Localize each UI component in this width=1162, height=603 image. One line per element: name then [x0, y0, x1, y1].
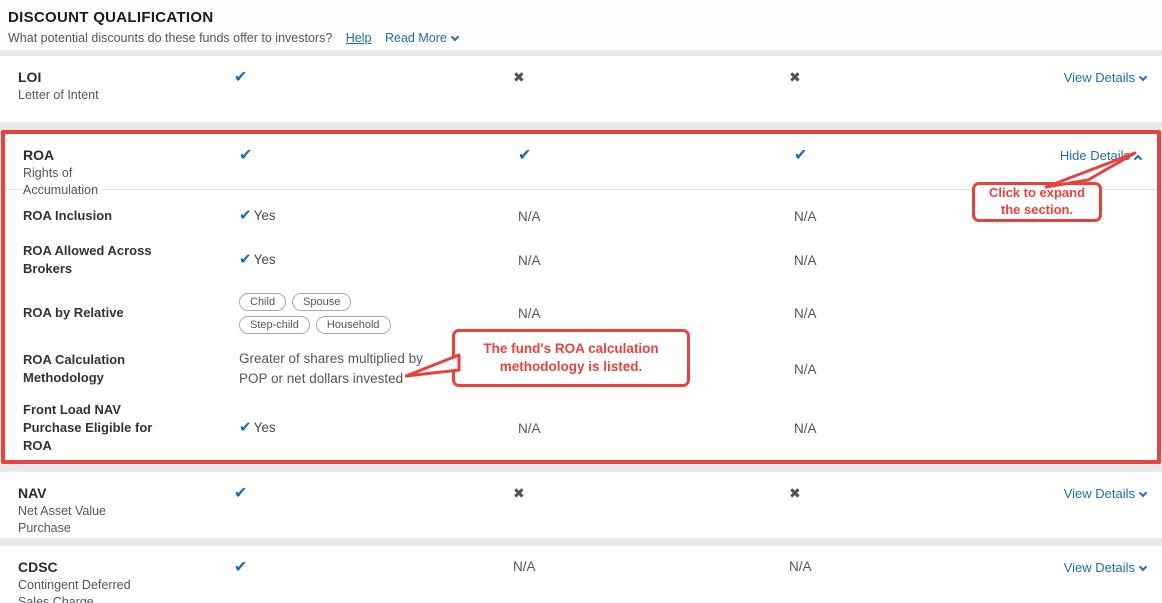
check-icon: ✔ — [239, 208, 252, 223]
section-row-loi: LOI Letter of Intent ✔ ✖ ✖ View Details — [0, 56, 1162, 122]
chevron-down-icon — [1139, 563, 1147, 571]
detail-value-na: N/A — [780, 559, 1020, 603]
chevron-down-icon — [1139, 73, 1147, 81]
check-icon: ✔ — [234, 559, 247, 576]
check-icon: ✔ — [239, 420, 252, 435]
detail-value-na: N/A — [505, 253, 785, 268]
x-icon: ✖ — [789, 485, 801, 501]
page-subtitle: What potential discounts do these funds … — [8, 31, 332, 45]
section-name-loi: Letter of Intent — [18, 87, 143, 104]
callout-arrow-icon — [1028, 149, 1140, 191]
detail-value-na: N/A — [500, 559, 780, 603]
x-icon: ✖ — [789, 69, 801, 85]
check-icon: ✔ — [234, 69, 247, 86]
check-icon: ✔ — [239, 252, 252, 267]
detail-value-na: N/A — [785, 421, 1025, 436]
detail-label: ROA Calculation Methodology — [5, 351, 160, 387]
detail-value: Yes — [254, 208, 276, 223]
relative-pills: Child Spouse Step-child Household — [239, 293, 417, 334]
check-icon: ✔ — [518, 147, 531, 164]
view-details-link-nav[interactable]: View Details — [1064, 486, 1146, 501]
help-link[interactable]: Help — [346, 31, 372, 45]
check-icon: ✔ — [234, 485, 247, 502]
page-title: DISCOUNT QUALIFICATION — [8, 9, 1162, 26]
detail-value: Yes — [254, 420, 276, 435]
pill-household: Household — [316, 316, 391, 334]
view-details-link-loi[interactable]: View Details — [1064, 70, 1146, 85]
detail-label: Front Load NAV Purchase Eligible for ROA — [5, 401, 160, 456]
check-icon: ✔ — [239, 147, 252, 164]
check-icon: ✔ — [794, 147, 807, 164]
discount-qualification-page: DISCOUNT QUALIFICATION What potential di… — [0, 0, 1162, 603]
pill-child: Child — [239, 293, 286, 311]
chevron-down-icon — [451, 33, 459, 41]
read-more-link[interactable]: Read More — [385, 31, 458, 45]
section-abbr-loi: LOI — [18, 69, 220, 85]
section-abbr-nav: NAV — [18, 485, 220, 501]
detail-value-na: N/A — [785, 306, 1025, 321]
detail-value-na: N/A — [785, 253, 1025, 268]
detail-value-na: N/A — [505, 209, 785, 224]
detail-value-na: N/A — [505, 306, 785, 321]
detail-row-front-load-nav-purchase: Front Load NAV Purchase Eligible for ROA… — [5, 396, 1157, 460]
detail-value-na: N/A — [785, 362, 1025, 377]
section-row-cdsc: CDSC Contingent Deferred Sales Charge ✔ … — [0, 546, 1162, 603]
detail-label: ROA Inclusion — [5, 207, 160, 225]
x-icon: ✖ — [513, 69, 525, 85]
section-name-nav: Net Asset Value Purchase — [18, 503, 143, 537]
x-icon: ✖ — [513, 485, 525, 501]
detail-label: ROA by Relative — [5, 304, 160, 322]
pill-spouse: Spouse — [292, 293, 351, 311]
callout-arrow-icon — [405, 352, 461, 380]
pill-step-child: Step-child — [239, 316, 310, 334]
view-details-link-cdsc[interactable]: View Details — [1064, 560, 1146, 575]
section-row-nav: NAV Net Asset Value Purchase ✔ ✖ ✖ View … — [0, 472, 1162, 538]
section-abbr-roa: ROA — [23, 147, 225, 163]
detail-label: ROA Allowed Across Brokers — [5, 242, 160, 278]
section-name-roa: Rights of Accumulation — [23, 165, 148, 199]
detail-row-roa-allowed-across-brokers: ROA Allowed Across Brokers ✔Yes N/A N/A — [5, 236, 1157, 284]
chevron-down-icon — [1139, 489, 1147, 497]
page-header: DISCOUNT QUALIFICATION What potential di… — [0, 0, 1162, 50]
annotation-callout-methodology: The fund's ROA calculation methodology i… — [452, 329, 690, 387]
roa-expanded-section-highlight: ROA Rights of Accumulation ✔ ✔ ✔ Hide De… — [1, 130, 1161, 464]
section-abbr-cdsc: CDSC — [18, 559, 220, 575]
detail-value: Yes — [254, 252, 276, 267]
detail-value-na: N/A — [505, 421, 785, 436]
section-name-cdsc: Contingent Deferred Sales Charge — [18, 577, 143, 603]
